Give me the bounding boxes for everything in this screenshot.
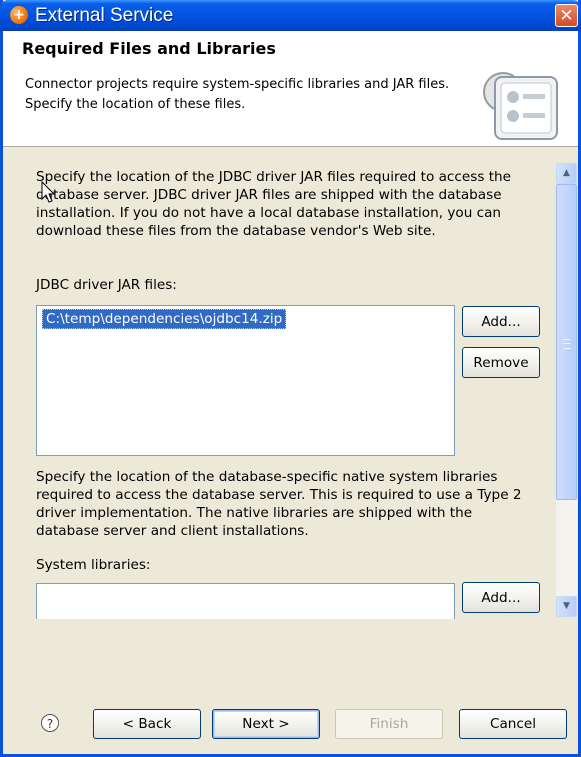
vertical-scrollbar[interactable]: ▲ ▼	[556, 163, 577, 617]
window-title: External Service	[35, 5, 174, 26]
mouse-cursor-icon	[41, 181, 56, 203]
system-add-button[interactable]: Add...	[462, 582, 540, 613]
back-button[interactable]: < Back	[93, 709, 201, 739]
finish-button: Finish	[335, 709, 443, 739]
system-libraries-label: System libraries:	[36, 557, 151, 573]
plus-circle-icon: +	[10, 6, 28, 24]
page-title: Required Files and Libraries	[22, 39, 276, 58]
jdbc-files-list[interactable]: C:\temp\dependencies\ojdbc14.zip	[36, 305, 455, 456]
cancel-button[interactable]: Cancel	[459, 709, 567, 739]
scroll-down-arrow-icon[interactable]: ▼	[556, 596, 577, 617]
jdbc-remove-button[interactable]: Remove	[462, 347, 540, 378]
scroll-up-arrow-icon[interactable]: ▲	[556, 163, 577, 184]
scroll-thumb[interactable]	[556, 184, 577, 500]
title-bar[interactable]: + External Service ✕	[0, 0, 581, 31]
next-button[interactable]: Next >	[212, 709, 320, 739]
external-service-dialog: + External Service ✕ Required Files and …	[0, 0, 581, 757]
list-item[interactable]: C:\temp\dependencies\ojdbc14.zip	[42, 309, 287, 329]
jdbc-add-button[interactable]: Add...	[462, 306, 540, 337]
jdbc-files-label: JDBC driver JAR files:	[36, 277, 177, 293]
page-description: Connector projects require system-specif…	[25, 77, 450, 112]
native-instructions: Specify the location of the database-spe…	[36, 469, 522, 539]
system-libraries-list[interactable]	[36, 583, 455, 619]
grip-icon	[563, 339, 571, 349]
jdbc-instructions: Specify the location of the JDBC driver …	[36, 169, 512, 239]
settings-list-icon	[483, 72, 558, 140]
help-icon[interactable]: ?	[41, 714, 59, 732]
close-icon[interactable]: ✕	[555, 4, 578, 27]
